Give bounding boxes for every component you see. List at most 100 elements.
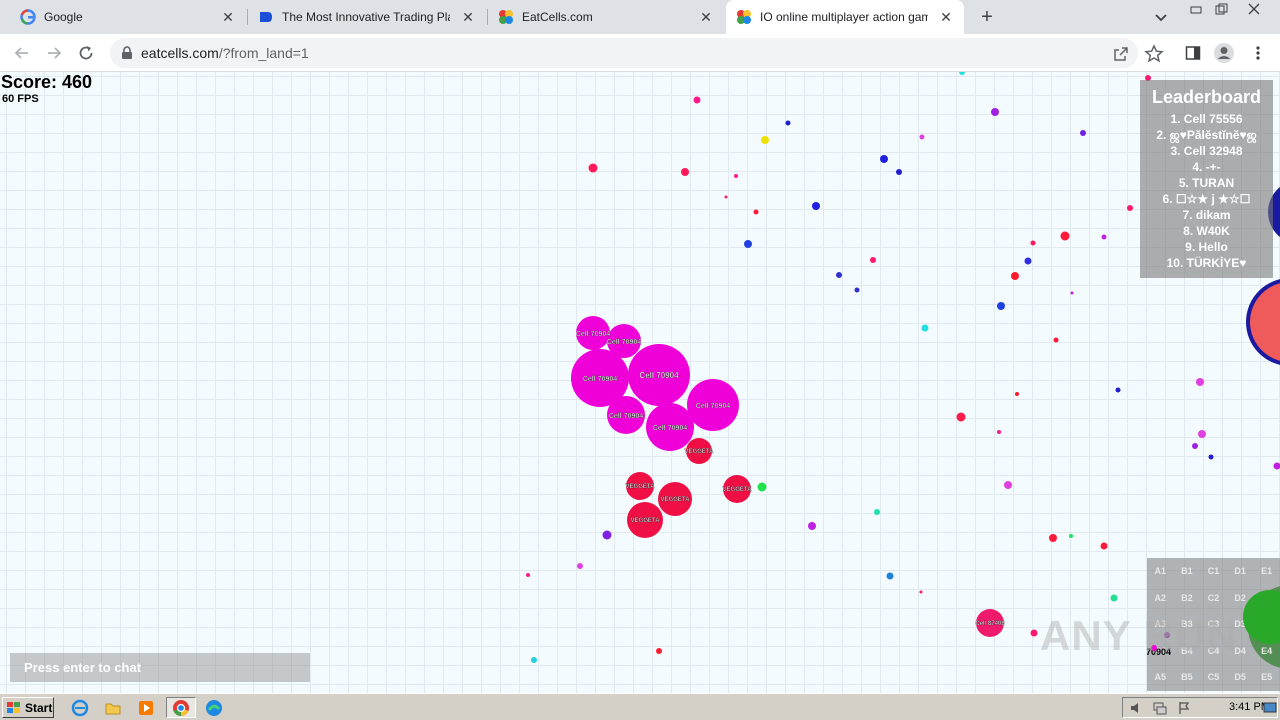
close-icon[interactable]: ✕ xyxy=(460,9,476,25)
url-text[interactable]: eatcells.com/?from_land=1 xyxy=(141,45,309,61)
cell-label: Cell 70904 xyxy=(639,371,679,380)
leaderboard-list: 1. Cell 75556 2. ஜ♥Pălĕstĭnĕ♥ஜ 3. Cell 3… xyxy=(1140,111,1273,271)
folder-icon xyxy=(105,703,121,714)
media-player-taskbar-button[interactable] xyxy=(134,697,158,718)
avatar-icon xyxy=(1214,43,1234,63)
kebab-menu-icon xyxy=(1256,46,1260,60)
cell-label: VEGGETA xyxy=(631,518,661,524)
cell-label: Cell 70904 xyxy=(576,331,610,338)
leaderboard-entry: 8. W40K xyxy=(1183,224,1230,238)
tab-title: IO online multiplayer action game. S xyxy=(760,10,928,24)
menu-button[interactable] xyxy=(1247,42,1269,64)
close-icon[interactable]: ✕ xyxy=(220,9,236,25)
trading-logo-icon xyxy=(260,12,272,22)
minimize-icon[interactable] xyxy=(1186,2,1206,16)
new-tab-button[interactable]: + xyxy=(977,7,997,27)
system-tray: 3:41 PM xyxy=(1122,697,1278,718)
windows-logo-icon xyxy=(7,701,20,713)
start-label: Start xyxy=(25,700,53,715)
minimap-cell: B1 xyxy=(1181,566,1193,576)
minimap-cell: D1 xyxy=(1234,566,1246,576)
chat-input[interactable]: Press enter to chat xyxy=(10,653,310,682)
url-path: /?from_land=1 xyxy=(218,45,309,61)
leaderboard-entry: 4. -+- xyxy=(1192,160,1221,174)
address-bar[interactable]: eatcells.com/?from_land=1 xyxy=(110,38,1164,68)
bookmark-star-icon[interactable] xyxy=(1144,44,1164,64)
arrow-left-icon xyxy=(14,47,28,59)
google-icon xyxy=(20,9,36,25)
game-canvas[interactable]: Cell 70904 Cell 70904 Cell 70904 Cell 70… xyxy=(0,72,1280,693)
leaderboard-entry: 10. TÜRKİYE♥ xyxy=(1166,256,1247,270)
show-desktop-icon[interactable] xyxy=(1263,701,1277,715)
side-panel-button[interactable] xyxy=(1182,42,1204,64)
forward-button[interactable] xyxy=(42,41,66,65)
arrow-right-icon xyxy=(48,47,62,59)
cell-label: Cell 70904 xyxy=(583,376,617,383)
leaderboard-entry: 9. Hello xyxy=(1185,240,1228,254)
flag-icon[interactable] xyxy=(1177,701,1191,715)
leaderboard-entry: 1. Cell 75556 xyxy=(1170,112,1243,126)
leaderboard-entry: 5. TURAN xyxy=(1178,176,1235,190)
close-icon[interactable]: ✕ xyxy=(938,9,954,25)
minimap-cell: E1 xyxy=(1261,566,1273,576)
leaderboard-entry: 2. ஜ♥Pălĕstĭnĕ♥ஜ xyxy=(1156,128,1257,142)
minimap-cell: B5 xyxy=(1181,672,1193,683)
tab-trading-platform[interactable]: The Most Innovative Trading Platform ✕ xyxy=(248,0,486,34)
tab-title: The Most Innovative Trading Platform xyxy=(282,10,450,24)
leaderboard-entry: 7. dikam xyxy=(1182,208,1231,222)
leaderboard: Leaderboard 1. Cell 75556 2. ஜ♥Pălĕstĭnĕ… xyxy=(1140,80,1273,278)
large-enemy-cell-skin xyxy=(1250,283,1280,361)
minimap-cell: A2 xyxy=(1154,592,1167,603)
internet-explorer-icon xyxy=(71,699,89,716)
tab-io-game[interactable]: IO online multiplayer action game. S ✕ xyxy=(726,0,964,34)
volume-icon[interactable] xyxy=(1129,701,1143,715)
game-field[interactable]: Cell 70904 Cell 70904 Cell 70904 Cell 70… xyxy=(0,72,1280,693)
back-button[interactable] xyxy=(10,41,34,65)
reload-icon xyxy=(79,46,93,60)
minimap-cell: D5 xyxy=(1234,672,1246,683)
network-icon[interactable] xyxy=(1153,701,1167,715)
minimap-cell: A1 xyxy=(1154,566,1167,576)
minimap-cell: E5 xyxy=(1261,672,1273,683)
taskbar: Start 3:41 PM xyxy=(0,693,1280,720)
edge-taskbar-button[interactable] xyxy=(202,697,226,718)
media-player-icon xyxy=(139,700,153,715)
profile-button[interactable] xyxy=(1213,42,1235,64)
score-display: Score: 460 xyxy=(1,72,93,92)
restore-icon[interactable] xyxy=(1211,2,1231,16)
browser-toolbar: eatcells.com/?from_land=1 xyxy=(0,34,1280,72)
cell-label: Cell 70904 xyxy=(607,339,641,346)
chrome-taskbar-button[interactable] xyxy=(166,697,196,718)
tab-eatcells[interactable]: EatCells.com ✕ xyxy=(488,0,724,34)
minimap-cell: A5 xyxy=(1154,672,1167,683)
minimap-cell: C2 xyxy=(1207,592,1220,603)
chrome-icon xyxy=(173,699,189,716)
eatcells-icon xyxy=(737,10,751,24)
window-close-icon[interactable] xyxy=(1244,2,1264,16)
fps-display: 60 FPS xyxy=(2,93,39,105)
cell-label: Cell 87408 xyxy=(975,621,1005,627)
edge-icon xyxy=(206,699,222,716)
leaderboard-entry: 6. ☐☆★ j ★☆☐ xyxy=(1162,192,1251,206)
cell-label: VEGGETA xyxy=(661,497,691,503)
close-icon[interactable]: ✕ xyxy=(698,9,714,25)
share-icon[interactable] xyxy=(1112,45,1130,63)
start-button[interactable]: Start xyxy=(2,697,54,718)
reload-button[interactable] xyxy=(74,41,98,65)
ie-taskbar-button[interactable] xyxy=(68,697,92,718)
minimap-cell: B2 xyxy=(1181,592,1193,603)
cell-label: VEGGETA xyxy=(626,484,656,490)
tab-title: Google xyxy=(44,10,83,24)
tab-strip: Google ✕ The Most Innovative Trading Pla… xyxy=(0,0,1280,34)
cell-label: Cell 70904 xyxy=(609,413,643,420)
watermark: ANY RUN xyxy=(1040,612,1238,659)
eatcells-icon xyxy=(499,10,513,24)
tab-google[interactable]: Google ✕ xyxy=(0,0,246,34)
cell-label: VEGGETA xyxy=(723,487,753,493)
tab-title: EatCells.com xyxy=(522,10,593,24)
lock-icon[interactable] xyxy=(121,46,133,60)
chevron-down-icon[interactable] xyxy=(1152,8,1170,26)
explorer-taskbar-button[interactable] xyxy=(101,697,125,718)
cell-label: Cell 70904 xyxy=(696,403,730,410)
side-panel-icon xyxy=(1185,46,1201,60)
